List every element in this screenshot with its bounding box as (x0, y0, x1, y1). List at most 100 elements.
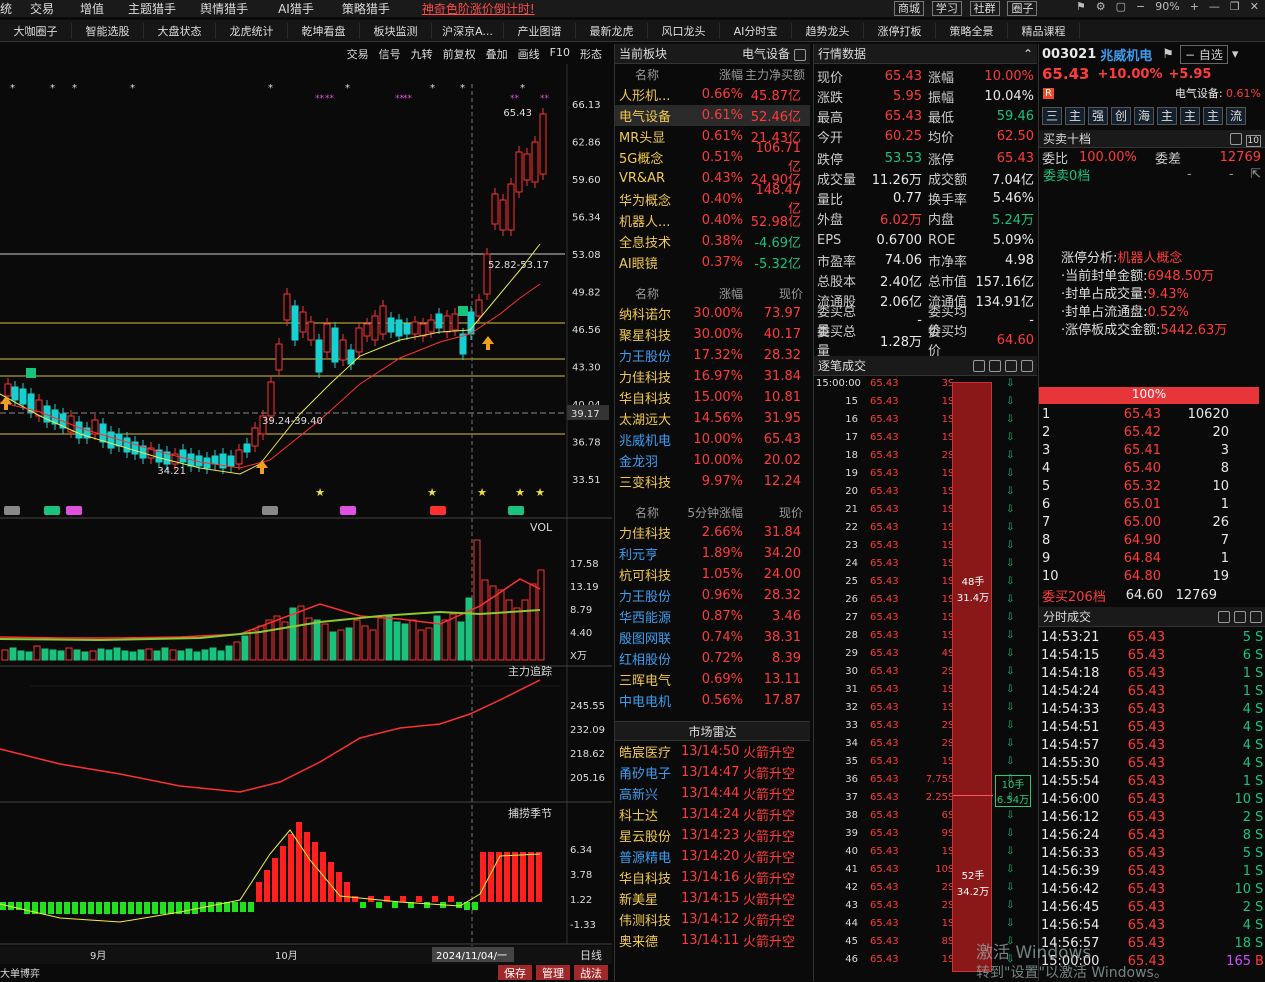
indicator-tab[interactable]: 强 (1088, 107, 1108, 125)
zoom-in-icon[interactable]: + (1190, 0, 1199, 13)
bid-row[interactable]: 8 64.90 7 (1039, 531, 1265, 549)
table-row[interactable]: 人形机... 0.66% 45.87亿 (615, 84, 810, 105)
menu-item[interactable]: 统 (0, 0, 12, 17)
menu-item[interactable]: 主题猎手 (104, 0, 176, 17)
table-row[interactable]: 太湖远大 14.56% 31.95 (615, 408, 810, 429)
indicator-tab[interactable]: 主 (1180, 107, 1200, 125)
nav-item[interactable]: 产业图谱 (504, 22, 576, 39)
nav-item[interactable]: 最新龙虎 (576, 22, 648, 39)
bid-row[interactable]: 10 64.80 19 (1039, 567, 1265, 585)
indicator-tab[interactable]: 主 (1065, 107, 1085, 125)
ten-levels-icon[interactable]: 10 (1245, 134, 1261, 147)
nav-item[interactable]: 趋势龙头 (792, 22, 864, 39)
radar-row[interactable]: 伟测科技 13/14:12 火箭升空 (615, 909, 810, 930)
gear-icon[interactable]: ⚙ (1096, 0, 1106, 13)
table-row[interactable]: 中电电机 0.56% 17.87 (615, 690, 810, 711)
nav-item[interactable]: 乾坤看盘 (288, 22, 360, 39)
community-button[interactable]: 社群 (969, 1, 1000, 16)
table-row[interactable]: 红相股份 0.72% 8.39 (615, 648, 810, 669)
table-row[interactable]: 兆威机电 10.00% 65.43 (615, 429, 810, 450)
window-icon[interactable]: ▢ (1116, 0, 1126, 13)
nav-item[interactable]: 龙虎统计 (216, 22, 288, 39)
radar-row[interactable]: 星云股份 13/14:23 火箭升空 (615, 825, 810, 846)
menu-item[interactable]: 策略猎手 (314, 0, 390, 17)
bid-row[interactable]: 2 65.42 20 (1039, 423, 1265, 441)
table-row[interactable]: 力王股份 17.32% 28.32 (615, 345, 810, 366)
radar-row[interactable]: 皓宸医疗 13/14:50 火箭升空 (615, 741, 810, 762)
table-row[interactable]: 殷图网联 0.74% 38.31 (615, 627, 810, 648)
nav-item[interactable]: 沪深京A... (432, 22, 504, 39)
radar-row[interactable]: 科士达 13/14:24 火箭升空 (615, 804, 810, 825)
nav-item[interactable]: 大盘状态 (144, 22, 216, 39)
indicator-tab[interactable]: 主 (1157, 107, 1177, 125)
nav-item[interactable]: AI分时宝 (720, 22, 792, 39)
bid-row[interactable]: 1 65.43 10620 (1039, 405, 1265, 423)
expand-icon[interactable] (794, 48, 806, 61)
indicator-tab[interactable]: 主 (1203, 107, 1223, 125)
table-row[interactable]: AI眼镜 0.37% -5.32亿 (615, 252, 810, 273)
table-row[interactable]: 金龙羽 10.00% 20.02 (615, 450, 810, 471)
zoom-out-icon[interactable]: − (1136, 0, 1145, 13)
indicator-tab[interactable]: 三 (1042, 107, 1062, 125)
nav-item[interactable]: 策略全景 (936, 22, 1008, 39)
table-row[interactable]: 三变科技 9.97% 12.24 (615, 471, 810, 492)
table-row[interactable]: 杭可科技 1.05% 24.00 (615, 564, 810, 585)
expand-icon[interactable] (1250, 611, 1262, 623)
table-row[interactable]: 华为概念 0.40% 148.47亿 (615, 183, 810, 217)
bid-row[interactable]: 9 64.84 1 (1039, 549, 1265, 567)
bell-icon[interactable]: ⚑ (1162, 47, 1174, 62)
study-button[interactable]: 学习 (931, 1, 962, 16)
circle-button[interactable]: 圈子 (1007, 1, 1038, 16)
table-row[interactable]: 利元亨 1.89% 34.20 (615, 543, 810, 564)
indicator-tab[interactable]: 海 (1134, 107, 1154, 125)
bell-icon[interactable]: ⚑ (1076, 0, 1086, 13)
list-icon[interactable] (1234, 611, 1246, 623)
table-row[interactable]: 三晖电气 0.69% 13.11 (615, 669, 810, 690)
nav-item[interactable]: 涨停打板 (864, 22, 936, 39)
restore-icon[interactable]: ❐ (1230, 0, 1240, 13)
menu-item[interactable]: 交易 (12, 0, 54, 17)
mall-button[interactable]: 商城 (894, 1, 924, 16)
table-row[interactable]: 华自科技 15.00% 10.81 (615, 387, 810, 408)
table-row[interactable]: 力佳科技 16.97% 31.84 (615, 366, 810, 387)
nav-item[interactable]: 精品课程 (1008, 22, 1080, 39)
radar-row[interactable]: 普源精电 13/14:20 火箭升空 (615, 846, 810, 867)
radar-row[interactable]: 华自科技 13/14:16 火箭升空 (615, 867, 810, 888)
promo-link[interactable]: 神奇色阶涨价倒计时! (422, 0, 535, 17)
indicator-tab[interactable]: 创 (1111, 107, 1131, 125)
bid-row[interactable]: 3 65.41 3 (1039, 441, 1265, 459)
radar-row[interactable]: 甬矽电子 13/14:47 火箭升空 (615, 762, 810, 783)
table-row[interactable]: 电气设备 0.61% 52.46亿 (615, 105, 810, 126)
nav-item[interactable]: 板块监测 (360, 22, 432, 39)
close-icon[interactable]: ✕ (1250, 0, 1259, 13)
table-row[interactable]: 5G概念 0.51% 106.71亿 (615, 141, 810, 175)
table-row[interactable]: 聚星科技 30.00% 40.17 (615, 324, 810, 345)
self-select-button[interactable]: − 自选 (1179, 44, 1228, 64)
table-row[interactable]: 纳科诺尔 30.00% 73.97 (615, 303, 810, 324)
settings-icon[interactable] (973, 360, 985, 372)
menu-item[interactable]: AI猎手 (248, 0, 314, 17)
table-row[interactable]: 力王股份 0.96% 28.32 (615, 585, 810, 606)
table-row[interactable]: 力佳科技 2.66% 31.84 (615, 522, 810, 543)
bid-row[interactable]: 5 65.32 10 (1039, 477, 1265, 495)
bid-row[interactable]: 7 65.00 26 (1039, 513, 1265, 531)
list-icon[interactable] (989, 360, 1001, 372)
radar-row[interactable]: 奥来德 13/14:11 火箭升空 (615, 930, 810, 951)
bid-row[interactable]: 6 65.01 1 (1039, 495, 1265, 513)
collapse-icon[interactable]: ⌃ (1023, 47, 1033, 61)
table-row[interactable]: 全息技术 0.38% -4.69亿 (615, 231, 810, 252)
list-icon[interactable] (1229, 133, 1242, 145)
kline-chart[interactable]: 66.13 62.86 59.60 56.34 53.08 49.82 46.56 43.30… (0, 44, 612, 981)
radar-row[interactable]: 新美星 13/14:15 火箭升空 (615, 888, 810, 909)
lock-icon[interactable] (1218, 611, 1230, 623)
indicator-tab[interactable]: 流 (1226, 107, 1246, 125)
menu-item[interactable]: 舆情猎手 (176, 0, 248, 17)
sector-panel-subtitle[interactable]: 电气设备 (742, 47, 790, 61)
lock-icon[interactable] (1005, 360, 1017, 372)
nav-item[interactable]: 风口龙头 (648, 22, 720, 39)
radar-row[interactable]: 高新兴 13/14:44 火箭升空 (615, 783, 810, 804)
bid-row[interactable]: 4 65.40 8 (1039, 459, 1265, 477)
nav-item[interactable]: 大咖圈子 (0, 22, 72, 39)
expand-icon[interactable] (1021, 360, 1033, 372)
sector-name[interactable]: 电气设备: (1175, 87, 1223, 100)
